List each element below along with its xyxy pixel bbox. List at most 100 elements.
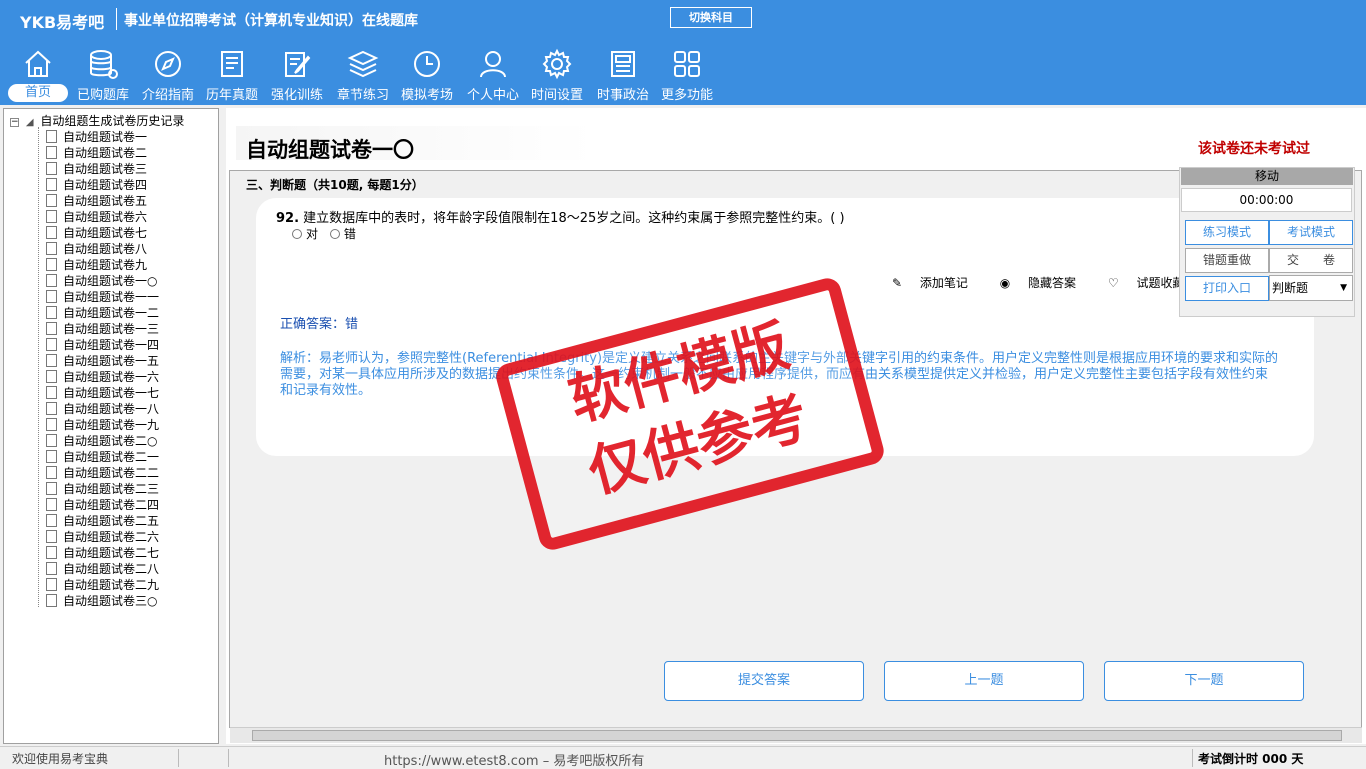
exam-mode-button[interactable]: 考试模式 xyxy=(1269,220,1353,245)
tree-item[interactable]: 自动组题试卷一○ xyxy=(46,272,157,288)
status-divider xyxy=(228,749,229,767)
nav-label: 章节练习 xyxy=(336,88,389,103)
tree-item-label: 自动组题试卷二九 xyxy=(63,578,160,592)
tree-item[interactable]: 自动组题试卷一二 xyxy=(46,304,159,320)
add-note-button[interactable]: ✎ 添加笔记 xyxy=(892,276,982,290)
tree-root[interactable]: − ◢ 自动组题生成试卷历史记录 xyxy=(10,112,184,128)
document-icon xyxy=(46,130,57,143)
nav-purchased[interactable]: 已购题库 xyxy=(72,45,134,105)
collapse-icon[interactable]: − xyxy=(10,118,19,127)
nav-past-exams[interactable]: 历年真题 xyxy=(202,45,262,105)
tree-item[interactable]: 自动组题试卷五 xyxy=(46,192,147,208)
next-question-button[interactable]: 下一题 xyxy=(1104,661,1304,701)
nav-guide[interactable]: 介绍指南 xyxy=(138,45,198,105)
option-false-label[interactable]: 错 xyxy=(344,227,356,241)
tree-item[interactable]: 自动组题试卷三○ xyxy=(46,592,157,608)
radio-false[interactable] xyxy=(329,229,340,239)
tree-item-label: 自动组题试卷一七 xyxy=(63,386,160,400)
nav-politics[interactable]: 时事政治 xyxy=(592,45,654,105)
tree-item[interactable]: 自动组题试卷二○ xyxy=(46,432,157,448)
add-note-label: 添加笔记 xyxy=(919,276,968,290)
nav-home[interactable]: 首页 xyxy=(8,45,68,105)
tree-item[interactable]: 自动组题试卷一 xyxy=(46,128,147,144)
nav-mock-exam[interactable]: 模拟考场 xyxy=(396,45,458,105)
tree-item[interactable]: 自动组题试卷一九 xyxy=(46,416,159,432)
tree-item[interactable]: 自动组题试卷四 xyxy=(46,176,147,192)
nav-training[interactable]: 强化训练 xyxy=(266,45,328,105)
tree-item-label: 自动组题试卷六 xyxy=(63,210,148,224)
nav-label: 介绍指南 xyxy=(141,88,194,103)
layers-icon xyxy=(347,50,379,78)
tree-item[interactable]: 自动组题试卷一六 xyxy=(46,368,159,384)
document-icon xyxy=(46,338,57,351)
document-icon xyxy=(46,274,57,287)
tree-item[interactable]: 自动组题试卷八 xyxy=(46,240,147,256)
nav-time-settings[interactable]: 时间设置 xyxy=(526,45,588,105)
tree-item[interactable]: 自动组题试卷二五 xyxy=(46,512,159,528)
document-icon xyxy=(46,594,57,607)
tree-item[interactable]: 自动组题试卷二 xyxy=(46,144,147,160)
tree-item[interactable]: 自动组题试卷二四 xyxy=(46,496,159,512)
tree-item[interactable]: 自动组题试卷二三 xyxy=(46,480,159,496)
nav-label: 个人中心 xyxy=(466,88,519,103)
switch-subject-button[interactable]: 切换科目 xyxy=(670,7,752,28)
prev-question-button[interactable]: 上一题 xyxy=(884,661,1084,701)
tree-connector xyxy=(38,127,39,607)
app-title: 事业单位招聘考试（计算机专业知识）在线题库 xyxy=(124,13,418,29)
favorite-label: 试题收藏 xyxy=(1136,276,1185,290)
tree-item[interactable]: 自动组题试卷九 xyxy=(46,256,147,272)
document-icon xyxy=(46,354,57,367)
section-title: 三、判断题（共10题, 每题1分） xyxy=(246,178,424,192)
paper-title: 自动组题试卷一〇 xyxy=(246,138,414,162)
tree-item-label: 自动组题试卷二五 xyxy=(63,514,160,528)
redo-wrong-button[interactable]: 错题重做 xyxy=(1185,248,1269,273)
scrollbar-thumb[interactable] xyxy=(252,730,1342,741)
tree-item[interactable]: 自动组题试卷二二 xyxy=(46,464,159,480)
eye-icon: ◉ xyxy=(999,276,1011,290)
tree-item-label: 自动组题试卷二八 xyxy=(63,562,160,576)
tree-item[interactable]: 自动组题试卷二六 xyxy=(46,528,159,544)
radio-true[interactable] xyxy=(292,229,302,239)
tree-item-label: 自动组题试卷一八 xyxy=(63,402,160,416)
tree-item[interactable]: 自动组题试卷一一 xyxy=(46,288,159,304)
tree-item[interactable]: 自动组题试卷一八 xyxy=(46,400,159,416)
tree-item[interactable]: 自动组题试卷二七 xyxy=(46,544,159,560)
tree-item[interactable]: 自动组题试卷七 xyxy=(46,224,147,240)
compass-icon xyxy=(155,51,181,77)
print-button[interactable]: 打印入口 xyxy=(1185,276,1269,301)
document-icon xyxy=(46,210,57,223)
tree-item[interactable]: 自动组题试卷二一 xyxy=(46,448,159,464)
tree-item[interactable]: 自动组题试卷一七 xyxy=(46,384,159,400)
nav-chapters[interactable]: 章节练习 xyxy=(332,45,394,105)
paper-tree-panel[interactable]: − ◢ 自动组题生成试卷历史记录 自动组题试卷一 自动组题试卷二 自动组题试卷三 自动… xyxy=(3,108,219,744)
tree-item[interactable]: 自动组题试卷二八 xyxy=(46,560,159,576)
tree-item[interactable]: 自动组题试卷三 xyxy=(46,160,147,176)
document-icon xyxy=(46,162,57,175)
tree-item[interactable]: 自动组题试卷一五 xyxy=(46,352,159,368)
tree-item[interactable]: 自动组题试卷六 xyxy=(46,208,147,224)
tree-item-label: 自动组题试卷一二 xyxy=(63,306,160,320)
nav-more[interactable]: 更多功能 xyxy=(656,45,718,105)
exam-status: 该试卷还未考试过 xyxy=(1198,141,1310,157)
hide-answer-button[interactable]: ◉ 隐藏答案 xyxy=(1000,276,1090,290)
document-icon xyxy=(46,178,57,191)
tree-item-label: 自动组题试卷二二 xyxy=(63,466,160,480)
list-icon xyxy=(221,51,243,77)
option-true-label[interactable]: 对 xyxy=(306,227,318,241)
tree-item[interactable]: 自动组题试卷一三 xyxy=(46,320,159,336)
tree-item[interactable]: 自动组题试卷一四 xyxy=(46,336,159,352)
tree-item-label: 自动组题试卷一 xyxy=(63,130,148,144)
document-icon xyxy=(46,242,57,255)
document-icon xyxy=(46,578,57,591)
move-handle[interactable]: 移动 xyxy=(1181,168,1353,185)
practice-mode-button[interactable]: 练习模式 xyxy=(1185,220,1269,245)
database-icon xyxy=(90,50,118,79)
submit-paper-button[interactable]: 交 卷 xyxy=(1269,248,1353,273)
tree-item-label: 自动组题试卷三 xyxy=(63,162,148,176)
document-icon xyxy=(46,322,57,335)
submit-answer-button[interactable]: 提交答案 xyxy=(664,661,864,701)
tree-item[interactable]: 自动组题试卷二九 xyxy=(46,576,159,592)
tree-item-label: 自动组题试卷四 xyxy=(63,178,148,192)
nav-profile[interactable]: 个人中心 xyxy=(462,45,524,105)
question-type-select[interactable]: 判断题 ▼ xyxy=(1269,275,1353,301)
